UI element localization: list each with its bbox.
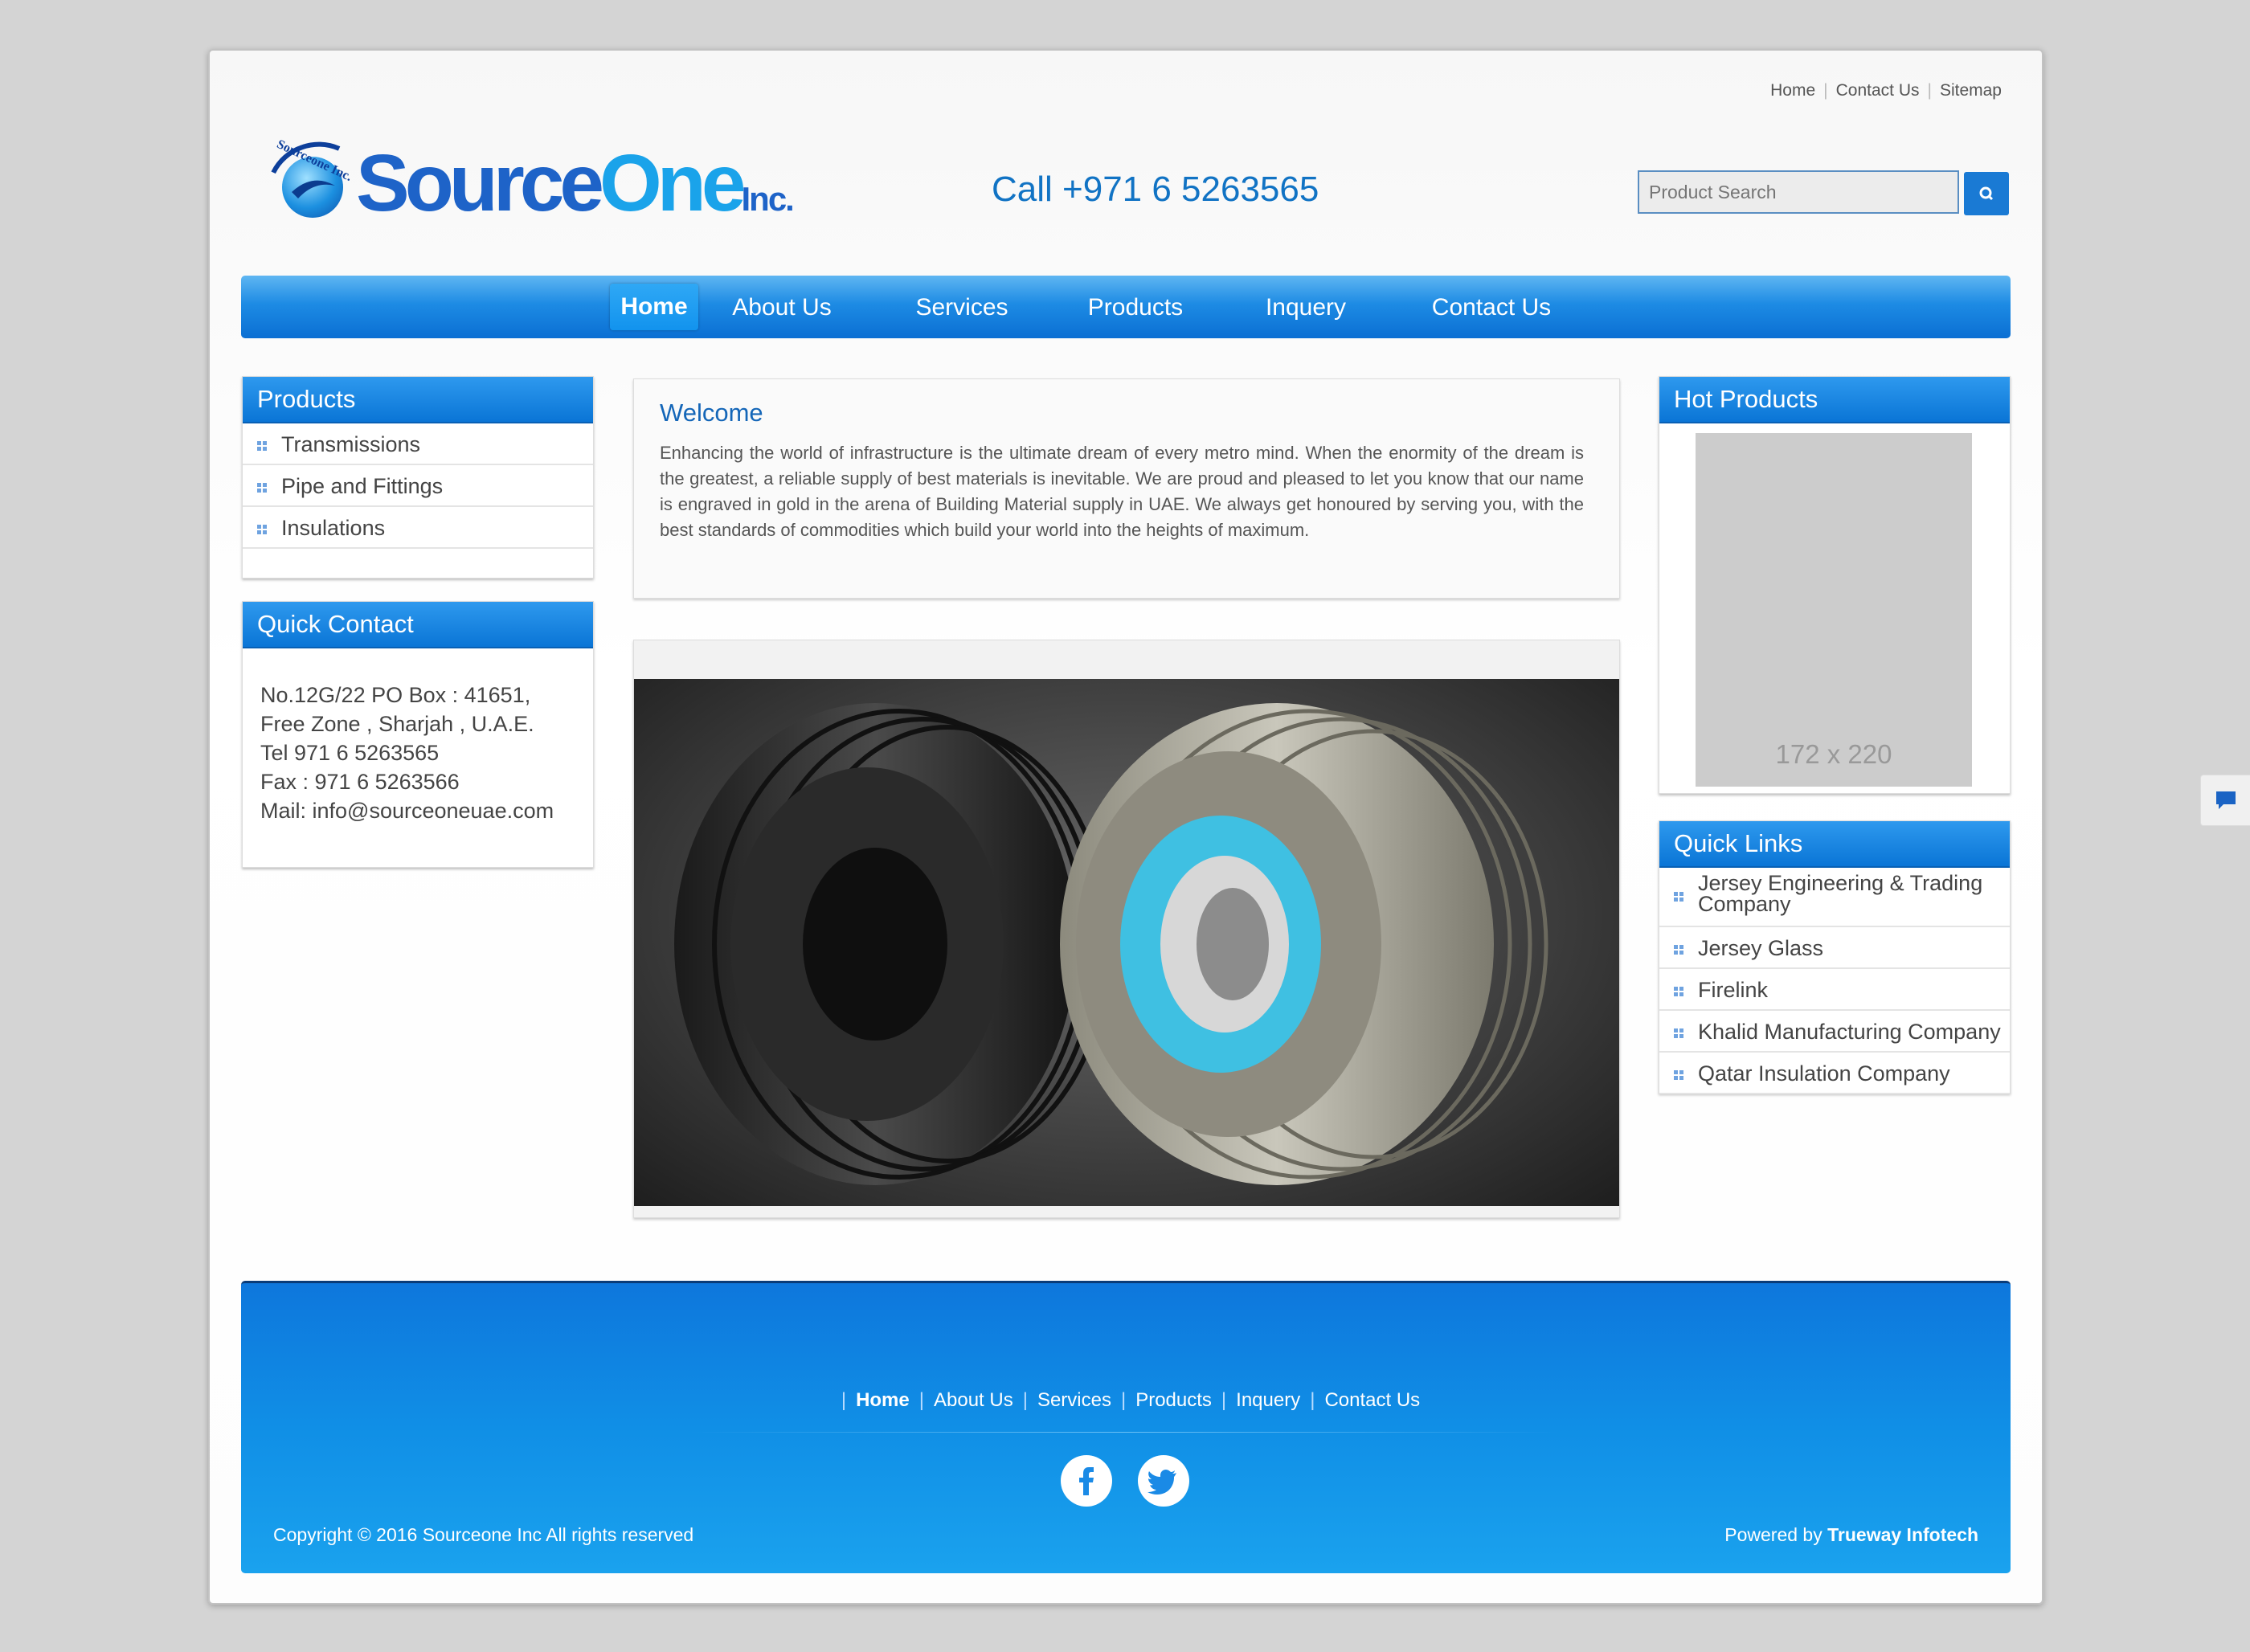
bullet-icon	[1674, 1070, 1685, 1082]
bullet-icon	[257, 525, 268, 536]
quick-link-jersey-engineering[interactable]: Jersey Engineering & Trading Company	[1659, 868, 2010, 927]
contact-mail[interactable]: Mail: info@sourceoneuae.com	[260, 796, 575, 825]
nav-products[interactable]: Products	[1067, 276, 1204, 338]
search-button[interactable]	[1964, 172, 2009, 215]
banner-slider	[633, 640, 1620, 1218]
quick-link-firelink[interactable]: Firelink	[1659, 969, 2010, 1011]
top-link-home[interactable]: Home	[1770, 81, 1815, 100]
contact-address-line1: No.12G/22 PO Box : 41651,	[260, 683, 531, 707]
product-item-insulations[interactable]: Insulations	[243, 507, 593, 549]
footer-divider	[691, 1432, 1559, 1433]
bullet-icon	[1674, 987, 1685, 998]
contact-fax: Fax : 971 6 5263566	[260, 770, 460, 794]
footer-links: | Home | About Us | Services | Products | Inquery…	[841, 1389, 1421, 1411]
nav-contact-us[interactable]: Contact Us	[1415, 276, 1568, 338]
nav-services[interactable]: Services	[894, 276, 1030, 338]
chat-widget-button[interactable]	[2200, 775, 2250, 826]
search-icon	[1979, 186, 1994, 201]
powered-by-link[interactable]: Trueway Infotech	[1827, 1524, 1978, 1545]
quick-contact-box: Quick Contact No.12G/22 PO Box : 41651, …	[242, 601, 594, 868]
nav-home[interactable]: Home	[610, 284, 698, 330]
hot-product-image-placeholder[interactable]: 172 x 220	[1696, 433, 1972, 787]
nav-inquery[interactable]: Inquery	[1238, 276, 1374, 338]
footer-link-inquery[interactable]: Inquery	[1236, 1389, 1300, 1411]
twitter-icon[interactable]	[1138, 1455, 1189, 1507]
product-item-transmissions[interactable]: Transmissions	[243, 423, 593, 465]
welcome-title: Welcome	[660, 399, 763, 427]
top-links: Home | Contact Us | Sitemap	[1770, 81, 2002, 100]
contact-tel: Tel 971 6 5263565	[260, 741, 440, 765]
welcome-body: Enhancing the world of infrastructure is…	[660, 443, 1584, 540]
footer-link-products[interactable]: Products	[1135, 1389, 1212, 1411]
quick-links-box: Quick Links Jersey Engineering & Trading…	[1659, 820, 2011, 1094]
welcome-panel: Welcome Enhancing the world of infrastru…	[633, 378, 1620, 599]
footer-link-contact[interactable]: Contact Us	[1324, 1389, 1420, 1411]
main-nav: Home About Us Services Products Inquery …	[241, 276, 2011, 338]
powered-by: Powered by Trueway Infotech	[1724, 1524, 1978, 1545]
pulley-image	[634, 679, 1619, 1206]
bullet-icon	[1674, 1028, 1685, 1040]
products-box: Products Transmissions Pipe and Fittings…	[242, 376, 594, 579]
hot-products-title: Hot Products	[1659, 377, 2010, 423]
top-link-contact[interactable]: Contact Us	[1836, 81, 1920, 100]
bullet-icon	[1674, 892, 1685, 903]
quick-links-title: Quick Links	[1659, 821, 2010, 868]
quick-link-qatar-insulation[interactable]: Qatar Insulation Company	[1659, 1053, 2010, 1094]
product-item-pipe-fittings[interactable]: Pipe and Fittings	[243, 465, 593, 507]
copyright-text: Copyright © 2016 Sourceone Inc All right…	[273, 1524, 694, 1545]
quick-link-jersey-glass[interactable]: Jersey Glass	[1659, 927, 2010, 969]
chat-icon	[2216, 791, 2236, 809]
footer-link-about[interactable]: About Us	[934, 1389, 1013, 1411]
quick-link-khalid[interactable]: Khalid Manufacturing Company	[1659, 1011, 2010, 1053]
footer-link-home[interactable]: Home	[856, 1389, 910, 1411]
top-link-sitemap[interactable]: Sitemap	[1940, 81, 2002, 100]
footer: | Home | About Us | Services | Products | Inquery…	[241, 1281, 2011, 1573]
quick-contact-title: Quick Contact	[243, 602, 593, 648]
logo-wordmark: SourceOneInc.	[356, 138, 795, 228]
logo[interactable]: Sourceone Inc. SourceOneInc.	[252, 127, 795, 256]
hot-products-box: Hot Products 172 x 220	[1659, 376, 2011, 794]
bullet-icon	[257, 441, 268, 452]
contact-address-line2: Free Zone , Sharjah , U.A.E.	[260, 712, 534, 736]
bullet-icon	[1674, 945, 1685, 956]
search-input[interactable]	[1638, 170, 1959, 214]
footer-link-services[interactable]: Services	[1037, 1389, 1111, 1411]
page-container: Home | Contact Us | Sitemap Sourceone Inc. S…	[208, 49, 2043, 1605]
nav-about-us[interactable]: About Us	[714, 276, 850, 338]
quick-contact-details: No.12G/22 PO Box : 41651, Free Zone , Sh…	[243, 648, 593, 857]
phone-number: Call +971 6 5263565	[992, 170, 1319, 209]
facebook-icon[interactable]	[1061, 1455, 1112, 1507]
products-box-title: Products	[243, 377, 593, 423]
bullet-icon	[257, 483, 268, 494]
